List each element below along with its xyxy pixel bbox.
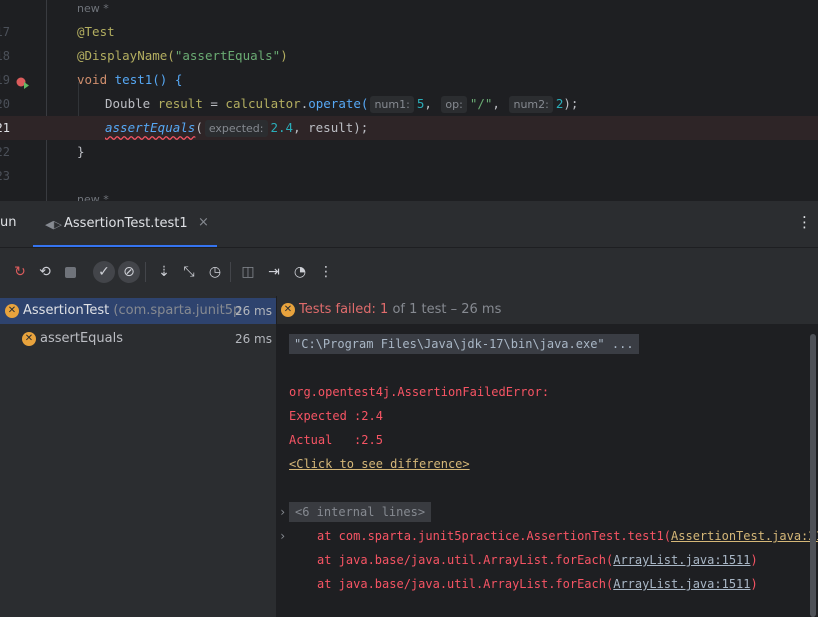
test-tree: ✕ AssertionTest (com.sparta.junit5p 26 m… <box>0 296 277 617</box>
command-line-fold[interactable]: "C:\Program Files\Java\jdk-17\bin\java.e… <box>289 334 639 354</box>
vertical-scrollbar[interactable] <box>810 334 816 617</box>
vcs-new-label: new * <box>77 193 109 201</box>
line-number: 22 <box>0 145 10 159</box>
line-number: 21 <box>0 121 10 135</box>
more-options-icon[interactable]: ⋮ <box>797 213 812 231</box>
failed-icon: ✕ <box>22 332 36 346</box>
sort-icon[interactable]: ⇣ <box>153 261 175 283</box>
tab-assertiontest-test1[interactable]: ◀▷ AssertionTest.test1 × <box>33 201 217 247</box>
stack-frame: at com.sparta.junit5practice.AssertionTe… <box>317 524 818 548</box>
test-duration: 26 ms <box>234 304 272 318</box>
test-config-icon: ◀▷ <box>45 218 62 231</box>
tree-item-assertiontest[interactable]: ✕ AssertionTest (com.sparta.junit5p 26 m… <box>0 298 276 324</box>
line-number: 19 <box>0 73 10 87</box>
code-line: new * <box>0 188 818 201</box>
show-ignored-icon[interactable]: ⊘ <box>118 261 140 283</box>
run-test-gutter-icon[interactable] <box>16 74 29 89</box>
stack-frame: at java.base/java.util.ArrayList.forEach… <box>317 553 758 567</box>
source-link[interactable]: ArrayList.java:1511 <box>613 553 750 567</box>
actual-line: Actual :2.5 <box>289 433 383 447</box>
param-hint: num1: <box>370 96 414 113</box>
show-passed-icon[interactable]: ✓ <box>93 261 115 283</box>
code-line-19[interactable]: 19 void test1() { <box>0 68 818 92</box>
code-line-21-highlighted[interactable]: 21 assertEquals(expected:2.4, result); <box>0 116 818 140</box>
param-hint: op: <box>441 96 467 113</box>
source-link[interactable]: ArrayList.java:1511 <box>613 577 750 591</box>
source-link[interactable]: AssertionTest.java:21 <box>671 529 818 543</box>
rerun-icon[interactable]: ↻ <box>9 261 31 283</box>
expected-line: Expected :2.4 <box>289 409 383 423</box>
more-icon[interactable]: ⋮ <box>315 261 337 283</box>
line-number: 20 <box>0 97 10 111</box>
stack-frame: at java.base/java.util.ArrayList.forEach… <box>317 577 758 591</box>
failed-icon: ✕ <box>5 304 19 318</box>
string-literal: "assertEquals" <box>174 48 281 63</box>
click-to-see-difference-link[interactable]: <Click to see difference> <box>289 452 470 476</box>
run-title: un <box>0 215 17 230</box>
test-duration: 26 ms <box>234 332 272 346</box>
console-output[interactable]: ✕ Tests failed: 1 of 1 test – 26 ms "C:\… <box>277 296 818 617</box>
code-line-23[interactable]: 23 <box>0 164 818 188</box>
history-icon[interactable]: ◷ <box>204 261 226 283</box>
run-tab-bar: un ◀▷ AssertionTest.test1 × ⋮ <box>0 201 818 248</box>
failed-icon: ✕ <box>281 303 295 317</box>
code-editor[interactable]: new * 17 @Test 18 @DisplayName("assertEq… <box>0 0 818 201</box>
code-line-22[interactable]: 22 } <box>0 140 818 164</box>
import-icon[interactable]: ⇥ <box>263 261 285 283</box>
run-toolbar: ↻ ⟲ ✓ ⊘ ⇣ ⤡ ◷ ◫ ⇥ ◔ ⋮ <box>0 248 818 296</box>
toolbar-divider <box>145 262 146 282</box>
stop-icon[interactable] <box>59 261 81 283</box>
line-number: 23 <box>0 169 10 183</box>
close-icon[interactable]: × <box>198 215 209 230</box>
annotation-displayname: @DisplayName( <box>77 48 175 63</box>
assert-equals-call: assertEquals <box>105 120 196 135</box>
code-line-18[interactable]: 18 @DisplayName("assertEquals") <box>0 44 818 68</box>
internal-lines-fold[interactable]: <6 internal lines> <box>289 502 432 522</box>
param-hint: expected: <box>204 120 268 137</box>
line-number: 17 <box>0 25 10 39</box>
toolbar-divider <box>230 262 231 282</box>
test-status-bar: ✕ Tests failed: 1 of 1 test – 26 ms <box>277 296 818 324</box>
param-hint: num2: <box>509 96 553 113</box>
vcs-new-label: new * <box>77 2 109 15</box>
code-line: new * <box>0 0 818 21</box>
tree-item-assertequals[interactable]: ✕ assertEquals 26 ms <box>0 326 276 352</box>
run-tool-window: un ◀▷ AssertionTest.test1 × ⋮ ↻ ⟲ ✓ ⊘ ⇣ … <box>0 201 818 617</box>
annotation-test: @Test <box>77 24 115 39</box>
tab-label: AssertionTest.test1 <box>64 216 188 231</box>
expand-chevron-icon[interactable]: › <box>279 500 286 524</box>
error-class: org.opentest4j.AssertionFailedError: <box>289 385 550 399</box>
collapse-icon[interactable]: ⤡ <box>178 261 200 283</box>
screenshot-icon[interactable]: ◫ <box>237 261 259 283</box>
code-line-17[interactable]: 17 @Test <box>0 20 818 44</box>
code-line-20[interactable]: 20 Double result = calculator.operate(nu… <box>0 92 818 116</box>
line-number: 18 <box>0 49 10 63</box>
rerun-failed-icon[interactable]: ⟲ <box>34 261 56 283</box>
method-name: test1() { <box>114 72 183 87</box>
expand-chevron-icon[interactable]: › <box>279 524 286 548</box>
coverage-icon[interactable]: ◔ <box>289 261 311 283</box>
